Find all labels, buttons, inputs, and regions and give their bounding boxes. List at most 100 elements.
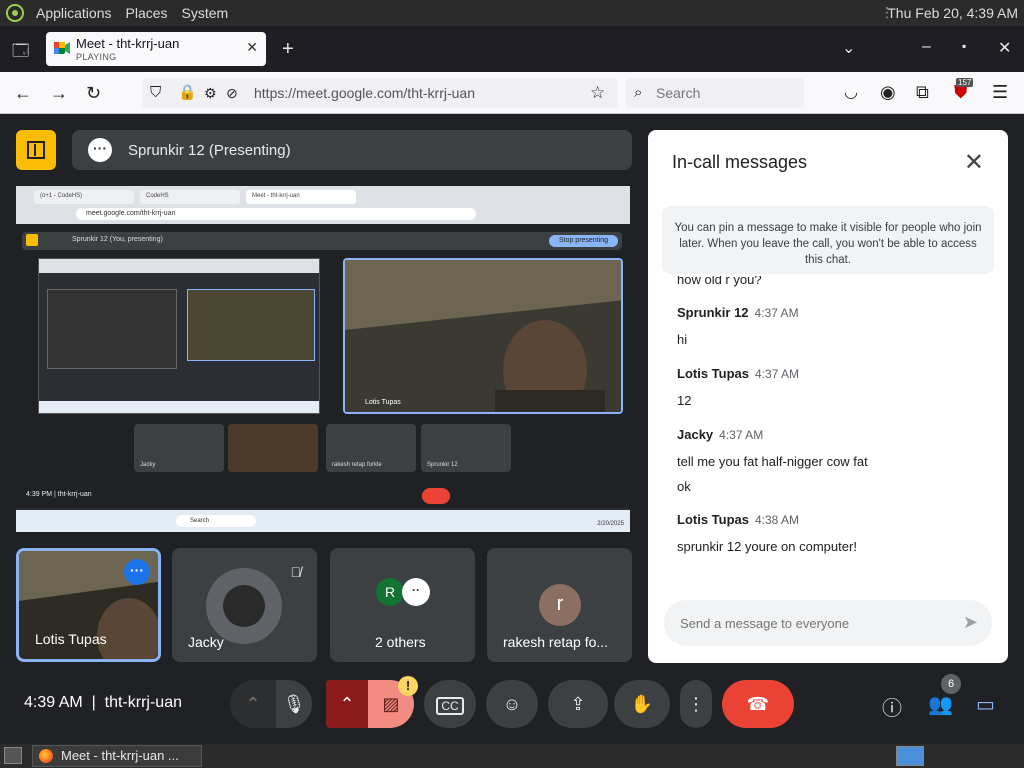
audio-options-chevron-icon[interactable]: ⌃ [230,680,276,728]
forward-icon[interactable]: → [50,84,68,102]
message: Lotis Tupas 4:37 AM 12 [677,366,800,408]
shared-camera-label: Lotis Tupas [365,399,401,406]
browser-tab-meet[interactable]: Meet - tht-krrj-uan PLAYING ✕ [46,32,266,66]
avatar: ·· [402,578,430,606]
os-clock[interactable]: Thu Feb 20, 4:39 AM [887,5,1018,21]
message: Lotis Tupas 4:38 AM sprunkir 12 youre on … [677,512,857,554]
presenter-avatar-icon: ··· [88,138,112,162]
meeting-time: 4:39 AM | tht-krrj-uan [24,694,182,711]
compose-box[interactable]: ➤ [664,600,992,646]
hamburger-menu-icon[interactable]: ☰ [992,83,1008,101]
chat-title: In-call messages [672,152,808,172]
meeting-info-icon[interactable]: ⓘ [882,692,902,721]
shared-url: meet.google.com/tht-krrj-uan [76,208,476,220]
search-bar[interactable]: ⌕ Search [626,78,804,108]
camera-warning-badge: ! [398,676,418,696]
new-tab-icon[interactable]: + [282,38,294,61]
list-tabs-chevron-icon[interactable]: ⌄ [842,38,855,58]
shared-tile: Sprunkir 12 [421,424,511,472]
pocket-icon[interactable]: ◡ [844,84,858,102]
window-close-icon[interactable]: ✕ [998,38,1011,58]
participant-tile-others[interactable]: R ·· 2 others [330,548,475,662]
firefox-icon [39,749,53,763]
shared-controls: 4:39 PM | tht-krrj-uan [16,482,630,510]
tile-label: 2 others [375,634,426,650]
avatar [223,585,265,627]
mic-off-icon: 🎙̸ [290,564,302,580]
tracking-shield-icon[interactable]: ⛉ [150,84,161,102]
tab-overview-icon[interactable]: 🗔 [12,40,29,67]
chat-message-input[interactable] [680,612,940,634]
presenter-bar[interactable]: ··· Sprunkir 12 (Presenting) [72,130,632,170]
shared-presenting-label: Sprunkir 12 (You, presenting) [72,236,163,243]
account-icon[interactable]: ◉ [880,83,896,101]
chat-close-icon[interactable]: ✕ [964,148,984,177]
participants-count-badge: 6 [941,674,961,694]
shared-presenting-bar: Sprunkir 12 (You, presenting) Stop prese… [22,232,622,250]
video-options-chevron-icon[interactable]: ⌃ [326,680,368,728]
message-list[interactable]: how old r you? Sprunkir 12 4:37 AM hi Lot… [648,276,1008,576]
shared-tile [228,424,318,472]
url-text[interactable]: https://meet.google.com/tht-krrj-uan [254,85,475,101]
shared-tile: Jacky [134,424,224,472]
more-options-icon[interactable]: ··· [124,559,150,585]
shared-screen: (o+1 - CodeHS) CodeHS Meet - tht-krrj-ua… [16,186,630,532]
pin-note: You can pin a message to make it visible… [662,206,994,274]
search-placeholder: Search [656,85,701,101]
menu-applications[interactable]: Applications [34,5,114,21]
browser-tab-bar: 🗔 Meet - tht-krrj-uan PLAYING ✕ + ⌄ – ▪ … [0,26,1024,72]
presentation-icon[interactable] [16,130,56,170]
url-bar[interactable]: ⛉ 🔒 ⚙ ⊘ https://meet.google.com/tht-krrj… [142,78,618,108]
taskbar-window-button[interactable]: Meet - tht-krrj-uan ... [32,745,202,767]
meet-favicon-icon [54,42,70,54]
shared-windows-taskbar: Search 2/20/2025 [16,510,630,532]
shared-tab: CodeHS [140,190,240,204]
send-icon[interactable]: ➤ [963,612,978,633]
control-bar: 4:39 AM | tht-krrj-uan ⌃ 🎙 ⌃ ▨ ! CC ☺ ⇪ … [0,674,1024,738]
reload-icon[interactable]: ↻ [86,84,101,102]
participant-tile-lotis[interactable]: ··· Lotis Tupas [16,548,161,662]
lock-icon[interactable]: 🔒 [178,84,197,102]
tile-label: Lotis Tupas [35,631,107,647]
microphone-button[interactable]: 🎙 [276,680,312,728]
participant-tile-jacky[interactable]: 🎙̸ Jacky [172,548,317,662]
captions-button[interactable]: CC [424,680,476,728]
os-top-panel: Applications Places System ⋮ Thu Feb 20,… [0,0,1024,26]
menu-places[interactable]: Places [124,5,170,21]
menu-system[interactable]: System [180,5,231,21]
bookmark-star-icon[interactable]: ☆ [590,84,605,102]
autoplay-blocked-icon[interactable]: ⊘ [226,84,238,102]
shared-browser-chrome: (o+1 - CodeHS) CodeHS Meet - tht-krrj-ua… [16,186,630,224]
chat-icon[interactable]: ▭ [976,692,995,717]
ublock-count-badge: 157 [956,78,974,87]
show-desktop-icon[interactable] [4,747,22,764]
people-icon[interactable]: 👥 [928,692,953,717]
reactions-button[interactable]: ☺ [486,680,538,728]
back-icon[interactable]: ← [14,84,32,102]
shared-tab: (o+1 - CodeHS) [34,190,134,204]
shared-presentation-icon [26,234,38,246]
leave-call-button[interactable]: ☎ [722,680,794,728]
shared-tab: Meet - tht-krrj-uan [246,190,356,204]
permissions-icon[interactable]: ⚙ [204,84,217,102]
extensions-icon[interactable]: ⧉ [916,83,929,101]
message: Jacky 4:37 AM tell me you fat half-nigger… [677,427,868,494]
tab-close-icon[interactable]: ✕ [246,39,258,56]
presenter-name: Sprunkir 12 (Presenting) [128,142,291,159]
participant-tile-rakesh[interactable]: r rakesh retap fo... [487,548,632,662]
tile-label: rakesh retap fo... [503,634,609,650]
more-options-button[interactable]: ⋮ [680,680,712,728]
message-partial: how old r you? [677,276,762,287]
maximize-icon[interactable]: ▪ [962,39,966,53]
workspace-switcher[interactable] [896,746,924,766]
search-icon: ⌕ [634,84,643,101]
message: Sprunkir 12 4:37 AM hi [677,305,799,347]
tab-playing-status: PLAYING [76,52,117,62]
shared-stop-presenting: Stop presenting [548,235,618,247]
raise-hand-button[interactable]: ✋ [614,680,670,728]
present-button[interactable]: ⇪ [548,680,608,728]
gnome-logo-icon[interactable] [6,4,24,22]
chat-panel: In-call messages ✕ You can pin a message… [648,130,1008,663]
taskbar-window-label: Meet - tht-krrj-uan ... [61,748,179,763]
minimize-icon[interactable]: – [922,38,931,56]
